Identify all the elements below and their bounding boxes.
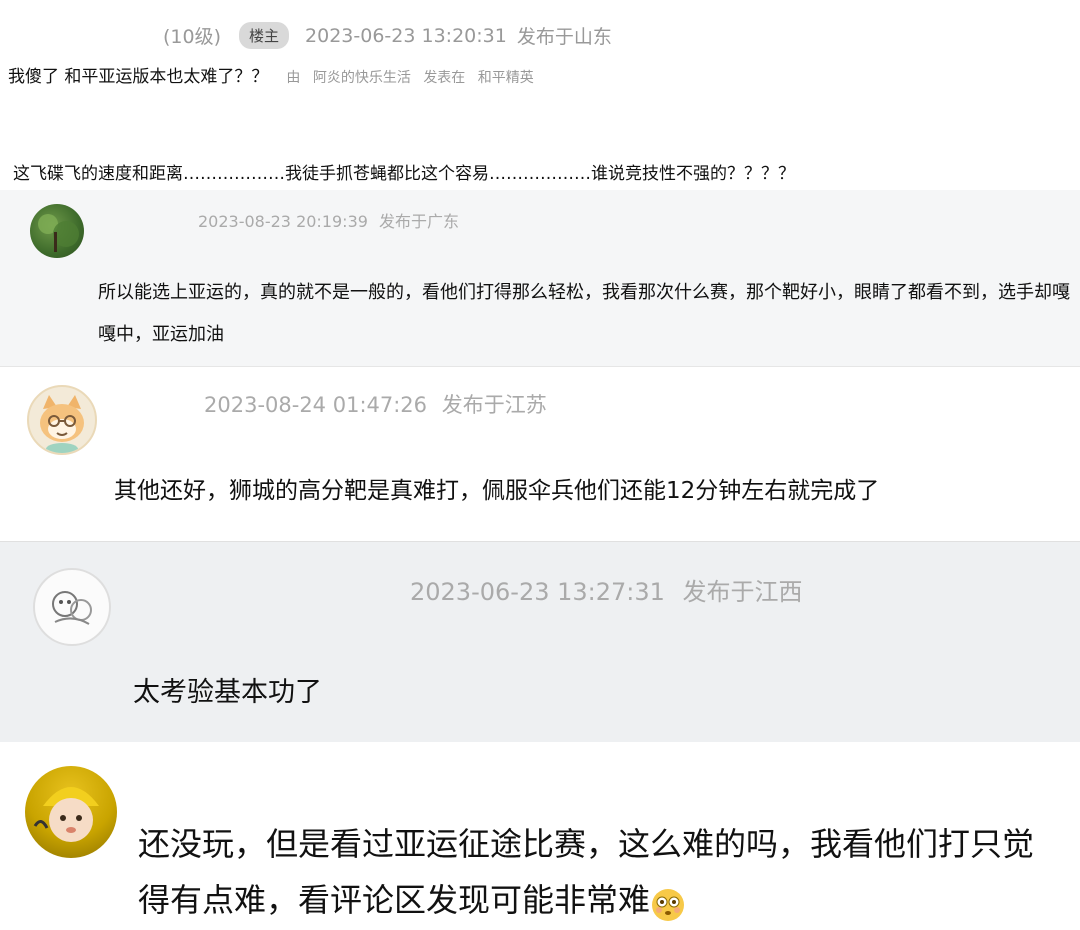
cartoon-cat-avatar-icon[interactable] <box>27 385 97 455</box>
author-link[interactable]: 阿炎的快乐生活 <box>313 70 411 86</box>
sketch-avatar-icon[interactable] <box>33 568 111 646</box>
reply-text: 还没玩，但是看过亚运征途比赛，这么难的吗，我看他们打只觉得有点难，看评论区发现可… <box>138 816 1038 928</box>
post-title[interactable]: 我傻了 和平亚运版本也太难了？？ <box>8 62 268 87</box>
reply-meta: 2023-08-24 01:47:26 发布于江苏 <box>204 389 547 419</box>
child-yellow-hat-avatar-icon[interactable] <box>25 766 117 858</box>
reply-location: 发布于广东 <box>379 212 460 231</box>
reply-item: 还没玩，但是看过亚运征途比赛，这么难的吗，我看他们打只觉得有点难，看评论区发现可… <box>0 742 1080 930</box>
reply-text: 其他还好，狮城的高分靶是真难打，佩服伞兵他们还能12分钟左右就完成了 <box>114 478 880 504</box>
reply-timestamp: 2023-08-24 01:47:26 <box>204 393 428 417</box>
reply-text: 所以能选上亚运的，真的就不是一般的，看他们打得那么轻松，我看那次什么赛，那个靶好… <box>98 282 1070 345</box>
post-body: 这飞碟飞的速度和距离………………我徒手抓苍蝇都比这个容易………………谁说竞技性不… <box>13 164 795 184</box>
op-badge: 楼主 <box>239 22 290 49</box>
original-post: (10级) 楼主 2023-06-23 13:20:31 发布于山东 我傻了 和… <box>0 0 1080 190</box>
post-meta: (10级) 楼主 2023-06-23 13:20:31 发布于山东 <box>163 22 612 49</box>
flushed-face-emoji <box>650 884 686 921</box>
reply-meta: 2023-08-23 20:19:39 发布于广东 <box>198 208 459 232</box>
posted-in-label: 发表在 <box>423 70 466 86</box>
green-landscape-avatar-icon[interactable] <box>30 204 84 258</box>
reply-location: 发布于江西 <box>682 578 803 606</box>
by-prefix: 由 <box>286 70 301 86</box>
reply-text-content: 还没玩，但是看过亚运征途比赛，这么难的吗，我看他们打只觉得有点难，看评论区发现可… <box>138 825 1035 919</box>
forum-link[interactable]: 和平精英 <box>478 70 534 86</box>
reply-item: 2023-08-24 01:47:26 发布于江苏 其他还好，狮城的高分靶是真难… <box>0 366 1080 541</box>
reply-timestamp: 2023-08-23 20:19:39 <box>198 212 368 231</box>
reply-item: 2023-06-23 13:27:31 发布于江西 太考验基本功了 <box>0 541 1080 742</box>
reply-timestamp: 2023-06-23 13:27:31 <box>410 578 665 606</box>
reply-item: 2023-08-23 20:19:39 发布于广东 所以能选上亚运的，真的就不是… <box>0 190 1080 366</box>
post-location: 发布于山东 <box>516 26 612 48</box>
reply-location: 发布于江苏 <box>441 393 547 417</box>
post-timestamp: 2023-06-23 13:20:31 <box>305 24 507 47</box>
reply-text: 太考验基本功了 <box>133 677 322 708</box>
reply-meta: 2023-06-23 13:27:31 发布于江西 <box>410 572 803 607</box>
post-title-row: 我傻了 和平亚运版本也太难了？？ 由 阿炎的快乐生活 发表在 和平精英 <box>8 62 542 87</box>
post-byline: 由 阿炎的快乐生活 发表在 和平精英 <box>286 67 541 87</box>
user-level: (10级) <box>163 26 222 48</box>
